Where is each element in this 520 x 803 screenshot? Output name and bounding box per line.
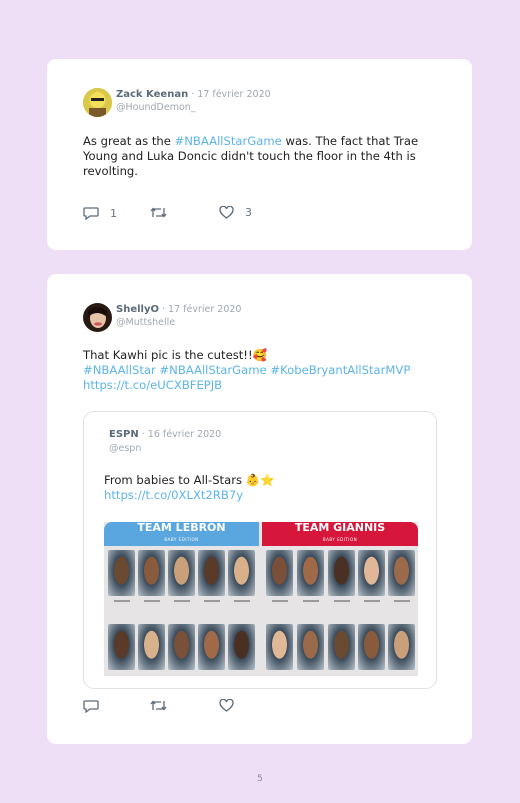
photo-caption [266,598,294,606]
baby-photo [138,624,165,670]
tweet-text: As great as the #NBAAllStarGame was. The… [83,134,443,179]
photo-caption [297,598,325,606]
photo-caption [198,598,226,606]
quoted-link[interactable]: https://t.co/0XLXt2RB7y [104,488,243,502]
heart-icon [219,206,234,219]
reply-count: 1 [110,206,117,220]
author-handle[interactable]: @HoundDemon_ [116,102,196,113]
baby-photo [108,624,135,670]
baby-photo [228,624,255,670]
tweet-actions [83,699,283,715]
tweet-date: · 17 février 2020 [158,304,242,315]
photo-caption [138,598,166,606]
tweet-text-part: Young and Luka Doncic didn't touch the f… [83,149,416,163]
baby-photo [358,624,385,670]
reply-button[interactable] [83,699,99,713]
baby-photo [168,550,195,596]
baby-photo [388,624,415,670]
tweet-date: · 17 février 2020 [188,89,271,100]
tweet-text-part: revolting. [83,164,138,178]
tweet-text-part: As great as the [83,134,175,148]
author-name[interactable]: ShellyO [116,304,159,315]
tweet-media-image[interactable]: TEAM LEBRON BABY EDITION TEAM GIANNIS BA… [104,522,418,676]
retweet-icon [150,700,167,711]
hashtags[interactable]: #NBAAllStar #NBAAllStarGame #KobeBryantA… [83,363,410,377]
page-number: 5 [257,774,263,784]
reply-button[interactable]: 1 [83,206,117,220]
retweet-button[interactable] [150,699,167,712]
quoted-text: From babies to All-Stars 👶⭐ [104,473,275,487]
team-giannis-subtitle: BABY EDITION [322,537,358,542]
tweet-text-line: That Kawhi pic is the cutest!!🥰 [83,348,268,362]
tweet-actions: 1 3 [83,206,283,222]
baby-photo [168,624,195,670]
baby-photo [358,550,385,596]
reply-icon [83,207,99,220]
tweet-link[interactable]: https://t.co/eUCXBFEPJB [83,378,222,392]
tweet-card[interactable]: Zack Keenan · 17 février 2020 @HoundDemo… [47,59,472,250]
quoted-tweet-text: From babies to All-Stars 👶⭐ https://t.co… [104,473,275,503]
team-lebron-title: TEAM LEBRON [137,522,226,534]
quoted-author-name[interactable]: ESPN [109,429,139,440]
tweet-card[interactable]: ShellyO · 17 février 2020 @Muttshelle Th… [47,274,472,744]
hashtag-link[interactable]: #NBAAllStarGame [175,134,282,148]
baby-photo [328,550,355,596]
photo-caption [168,598,196,606]
baby-photo [198,624,225,670]
tweet-text-part: was. The fact that Trae [281,134,419,148]
author-name[interactable]: Zack Keenan [116,89,188,100]
team-giannis-title: TEAM GIANNIS [294,522,386,534]
retweet-button[interactable] [150,206,167,219]
like-button[interactable]: 3 [219,206,252,219]
baby-photo [266,550,293,596]
baby-photo [138,550,165,596]
retweet-icon [150,207,167,218]
author-handle[interactable]: @Muttshelle [116,317,175,328]
baby-photo [297,624,324,670]
photo-caption [328,598,356,606]
baby-photo [108,550,135,596]
heart-icon [219,699,234,712]
reply-icon [83,700,99,713]
baby-photo [266,624,293,670]
baby-photo [198,550,225,596]
baby-photo [328,624,355,670]
team-lebron-header: TEAM LEBRON BABY EDITION [104,522,259,546]
avatar[interactable] [83,88,112,117]
baby-photo [388,550,415,596]
baby-photo [228,550,255,596]
quoted-tweet-date: · 16 février 2020 [138,429,222,440]
quoted-tweet[interactable]: ESPN · 16 février 2020 @espn From babies… [83,411,437,689]
photo-caption [388,598,416,606]
photo-caption [108,598,136,606]
team-lebron-subtitle: BABY EDITION [164,537,199,542]
baby-photo [297,550,324,596]
like-count: 3 [245,206,252,219]
tweet-text: That Kawhi pic is the cutest!!🥰 #NBAAllS… [83,348,443,393]
quoted-author-handle[interactable]: @espn [109,443,141,454]
photo-caption [358,598,386,606]
team-giannis-header: TEAM GIANNIS BABY EDITION [262,522,418,546]
like-button[interactable] [219,699,234,712]
photo-caption [228,598,256,606]
avatar[interactable] [83,303,112,332]
